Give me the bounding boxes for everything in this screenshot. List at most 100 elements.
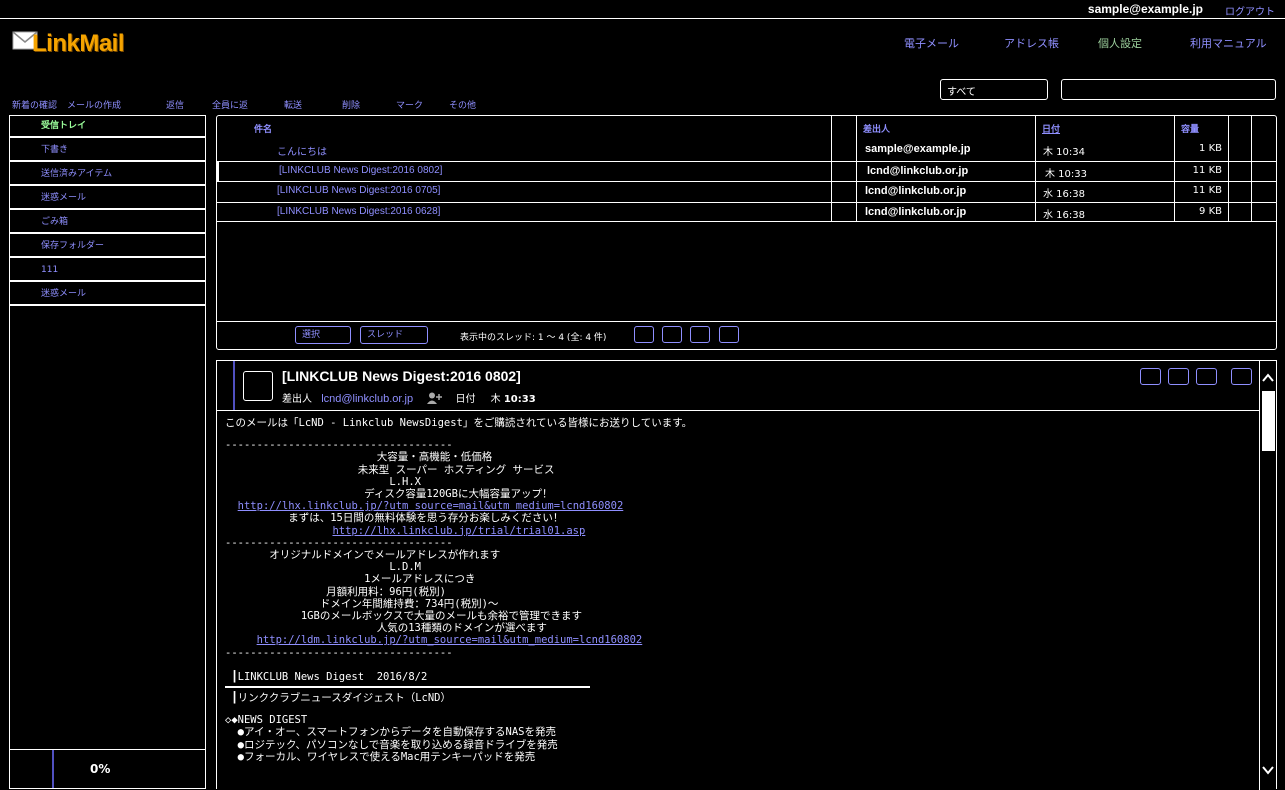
search-input[interactable] [1061, 79, 1276, 100]
col-subject[interactable]: 件名 [254, 122, 272, 135]
select-button[interactable]: 選択 [295, 326, 351, 344]
message-row-selected[interactable]: [LINKCLUB News Digest:2016 0802] lcnd@li… [217, 161, 1276, 181]
lhx-link[interactable]: http://lhx.linkclub.jp/?utm_source=mail&… [238, 500, 624, 512]
digest-heading: ┃リンククラブニュースダイジェスト（LcND） [225, 692, 451, 705]
col-from[interactable]: 差出人 [863, 122, 890, 135]
scroll-thumb[interactable] [1262, 391, 1275, 451]
row-date: 木 10:33 [1045, 169, 1087, 180]
ldm-link[interactable]: http://ldm.linkclub.jp/?utm_source=mail&… [257, 634, 643, 646]
folder-junk[interactable]: 迷惑メール [10, 284, 205, 306]
row-size: 1 KB [1199, 143, 1222, 154]
folder-spam[interactable]: 迷惑メール [10, 188, 205, 210]
body-link-line: http://lhx.linkclub.jp/?utm_source=mail&… [225, 500, 1255, 512]
row-subject[interactable]: [LINKCLUB News Digest:2016 0802] [279, 165, 442, 176]
body-line: まずは、15日間の無料体験を思う存分お楽しみください！ [225, 512, 564, 525]
preview-reply-button[interactable] [1140, 368, 1161, 385]
trial-link[interactable]: http://lhx.linkclub.jp/trial/trial01.asp [332, 525, 585, 537]
body-line: 大容量・高機能・低価格 [225, 451, 493, 464]
folder-inbox[interactable]: 受信トレイ [10, 116, 205, 138]
nav-address-book[interactable]: アドレス帳 [1004, 35, 1059, 51]
body-line: ディスク容量120GBに大幅容量アップ！ [225, 488, 553, 501]
preview-header: [LINKCLUB News Digest:2016 0802] 差出人 lcn… [217, 361, 1261, 411]
separator: ------------------------------------ [225, 646, 453, 659]
folder-trash[interactable]: ごみ箱 [10, 212, 205, 234]
preview-scrollbar[interactable] [1259, 361, 1276, 790]
news-item: ●フォーカル、ワイヤレスで使えるMac用テンキーパッドを発売 [225, 750, 536, 763]
preview-meta: 差出人 lcnd@linkclub.or.jp 日付 木 10:33 [282, 390, 536, 405]
body-line: 未来型 スーパー ホスティング サービス [225, 463, 555, 476]
col-size[interactable]: 容量 [1181, 122, 1199, 135]
filter-select[interactable]: すべて [940, 79, 1048, 100]
body-line: L.D.M [225, 561, 421, 574]
message-row[interactable]: [LINKCLUB News Digest:2016 0705] lcnd@li… [217, 181, 1276, 201]
folder-sidebar: 受信トレイ 下書き 送信済みアイテム 迷惑メール ごみ箱 保存フォルダー 111… [9, 115, 206, 789]
first-page-button[interactable] [634, 326, 654, 343]
sender-email[interactable]: lcnd@linkclub.or.jp [321, 393, 413, 405]
folder-111[interactable]: 111 [10, 260, 205, 282]
row-size: 9 KB [1199, 206, 1222, 217]
reply-button[interactable]: 返信 [166, 98, 184, 111]
news-item: ●アイ・オー、スマートフォンからデータを自動保存するNASを発売 [225, 726, 556, 739]
date-label: 日付 [455, 394, 476, 405]
row-subject[interactable]: こんにちは [277, 143, 327, 158]
body-line: L.H.X [225, 475, 421, 488]
message-row[interactable]: [LINKCLUB News Digest:2016 0628] lcnd@li… [217, 202, 1276, 222]
thread-button[interactable]: スレッド [360, 326, 428, 344]
news-digest-title: ◇◆NEWS DIGEST [225, 714, 308, 727]
row-from: lcnd@linkclub.or.jp [867, 165, 969, 177]
body-line: 人気の13種類のドメインが選べます [225, 622, 547, 635]
message-list: 件名 差出人 日付 容量 こんにちは sample@example.jp 木 1… [216, 115, 1277, 350]
body-intro: このメールは「LcND - Linkclub NewsDigest」をご購読され… [225, 417, 693, 429]
preview-accent-bar [233, 361, 235, 410]
quota-text: 0% [90, 762, 111, 776]
body-line: 1GBのメールボックスで大量のメールも余裕で管理できます [225, 610, 583, 623]
row-subject[interactable]: [LINKCLUB News Digest:2016 0705] [277, 185, 440, 196]
scroll-up-icon[interactable] [1261, 371, 1275, 385]
app-logo[interactable]: LinkMail [12, 26, 142, 62]
sender-avatar [243, 371, 273, 401]
body-line: ドメイン年間維持費：734円(税別)～ [225, 597, 499, 610]
folder-drafts[interactable]: 下書き [10, 140, 205, 162]
message-row[interactable]: こんにちは sample@example.jp 木 10:34 1 KB [217, 140, 1276, 160]
quota-indicator: 0% [10, 749, 205, 788]
logo-text: LinkMail [32, 30, 125, 57]
delete-button[interactable]: 削除 [342, 98, 360, 111]
forward-button[interactable]: 転送 [284, 98, 302, 111]
col-date[interactable]: 日付 [1042, 122, 1060, 135]
scroll-down-icon[interactable] [1261, 763, 1275, 777]
next-page-button[interactable] [690, 326, 710, 343]
quota-bar [52, 750, 54, 788]
compose-button[interactable]: メールの作成 [67, 98, 121, 111]
preview-subject: [LINKCLUB News Digest:2016 0802] [282, 368, 521, 384]
check-mail-button[interactable]: 新着の確認 [12, 98, 57, 111]
logout-link[interactable]: ログアウト [1225, 3, 1275, 18]
separator: ------------------------------------ [225, 536, 453, 549]
add-contact-icon[interactable] [426, 392, 443, 404]
prev-page-button[interactable] [662, 326, 682, 343]
nav-manual[interactable]: 利用マニュアル [1190, 35, 1267, 51]
body-link-line: http://ldm.linkclub.jp/?utm_source=mail&… [225, 634, 1255, 646]
row-date: 水 16:38 [1043, 189, 1085, 200]
row-date: 木 10:34 [1043, 147, 1085, 158]
row-from: lcnd@linkclub.or.jp [865, 185, 967, 197]
folder-sent[interactable]: 送信済みアイテム [10, 164, 205, 186]
digest-heading: ┃LINKCLUB News Digest 2016/8/2 [225, 670, 428, 683]
reply-all-button[interactable]: 全員に返 [212, 98, 248, 111]
nav-email[interactable]: 電子メール [904, 35, 959, 51]
body-link-line: http://lhx.linkclub.jp/trial/trial01.asp [225, 525, 1255, 537]
preview-more-button[interactable] [1231, 368, 1252, 385]
divider [225, 686, 590, 689]
preview-reply-all-button[interactable] [1168, 368, 1189, 385]
row-from: sample@example.jp [865, 143, 971, 155]
row-size: 11 KB [1192, 165, 1222, 176]
top-bar: sample@example.jp ログアウト [0, 0, 1285, 19]
more-button[interactable]: その他 [449, 98, 476, 111]
body-line: オリジナルドメインでメールアドレスが作れます [225, 549, 501, 562]
preview-forward-button[interactable] [1196, 368, 1217, 385]
nav-settings[interactable]: 個人設定 [1098, 35, 1142, 51]
folder-archive[interactable]: 保存フォルダー [10, 236, 205, 258]
last-page-button[interactable] [719, 326, 739, 343]
row-subject[interactable]: [LINKCLUB News Digest:2016 0628] [277, 206, 440, 217]
user-email: sample@example.jp [1087, 2, 1203, 16]
mark-button[interactable]: マーク [396, 98, 423, 111]
